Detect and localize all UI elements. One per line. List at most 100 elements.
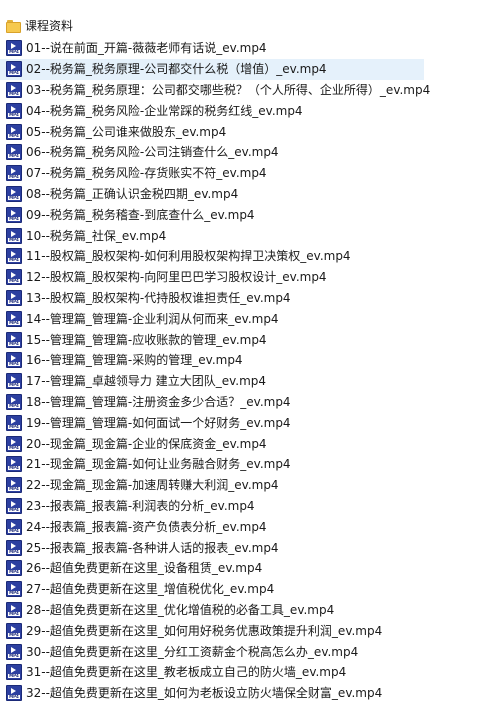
file-row[interactable]: MP4 05--税务篇_公司谁来做股东_ev.mp4 [0, 121, 503, 142]
file-name: 15--管理篇_管理篇-应收账款的管理_ev.mp4 [26, 332, 267, 347]
mp4-file-icon: MP4 [6, 206, 22, 223]
mp4-file-icon: MP4 [6, 373, 22, 390]
file-name: 27--超值免费更新在这里_增值税优化_ev.mp4 [26, 582, 275, 597]
mp4-file-icon: MP4 [6, 685, 22, 702]
mp4-file-icon: MP4 [6, 622, 22, 639]
file-name: 12--股权篇_股权架构-向阿里巴巴学习股权设计_ev.mp4 [26, 270, 327, 285]
file-name: 05--税务篇_公司谁来做股东_ev.mp4 [26, 124, 227, 139]
mp4-file-icon: MP4 [6, 165, 22, 182]
file-tree: 课程资料 MP4 01--说在前面_开篇-薇薇老师有话说_ev.mp4 MP4 02-… [0, 0, 503, 716]
file-name: 22--现金篇_现金篇-加速周转赚大利润_ev.mp4 [26, 478, 279, 493]
file-name: 08--税务篇_正确认识金税四期_ev.mp4 [26, 186, 239, 201]
file-name: 06--税务篇_税务风险-公司注销查什么_ev.mp4 [26, 145, 279, 160]
mp4-file-icon: MP4 [6, 539, 22, 556]
file-row[interactable]: MP4 22--现金篇_现金篇-加速周转赚大利润_ev.mp4 [0, 475, 503, 496]
mp4-file-icon: MP4 [6, 269, 22, 286]
mp4-file-icon: MP4 [6, 289, 22, 306]
file-name: 07--税务篇_税务风险-存货账实不符_ev.mp4 [26, 166, 267, 181]
file-row[interactable]: MP4 12--股权篇_股权架构-向阿里巴巴学习股权设计_ev.mp4 [0, 267, 503, 288]
mp4-file-icon: MP4 [6, 40, 22, 57]
mp4-file-icon: MP4 [6, 497, 22, 514]
file-name: 18--管理篇_管理篇-注册资金多少合适？_ev.mp4 [26, 394, 291, 409]
file-name: 25--报表篇_报表篇-各种讲人话的报表_ev.mp4 [26, 540, 279, 555]
mp4-file-icon: MP4 [6, 560, 22, 577]
mp4-file-icon: MP4 [6, 331, 22, 348]
file-name: 04--税务篇_税务风险-企业常踩的税务红线_ev.mp4 [26, 103, 303, 118]
file-name: 13--股权篇_股权架构-代持股权谁担责任_ev.mp4 [26, 290, 291, 305]
file-name: 24--报表篇_报表篇-资产负债表分析_ev.mp4 [26, 519, 267, 534]
file-row[interactable]: MP4 25--报表篇_报表篇-各种讲人话的报表_ev.mp4 [0, 537, 503, 558]
folder-row[interactable]: 课程资料 [0, 15, 503, 37]
mp4-file-icon: MP4 [6, 456, 22, 473]
file-row[interactable]: MP4 07--税务篇_税务风险-存货账实不符_ev.mp4 [0, 163, 503, 184]
file-row[interactable]: MP4 08--税务篇_正确认识金税四期_ev.mp4 [0, 184, 503, 205]
file-row[interactable]: MP4 15--管理篇_管理篇-应收账款的管理_ev.mp4 [0, 329, 503, 350]
mp4-file-icon: MP4 [6, 102, 22, 119]
file-name: 11--股权篇_股权架构-如何利用股权架构捍卫决策权_ev.mp4 [26, 249, 351, 264]
file-name: 16--管理篇_管理篇-采购的管理_ev.mp4 [26, 353, 243, 368]
mp4-file-icon: MP4 [6, 601, 22, 618]
file-list: MP4 01--说在前面_开篇-薇薇老师有话说_ev.mp4 MP4 02--税务篇_… [0, 38, 503, 704]
file-name: 26--超值免费更新在这里_设备租赁_ev.mp4 [26, 561, 263, 576]
file-row[interactable]: MP4 09--税务篇_税务稽查-到底查什么_ev.mp4 [0, 204, 503, 225]
mp4-file-icon: MP4 [6, 664, 22, 681]
file-row[interactable]: MP4 13--股权篇_股权架构-代持股权谁担责任_ev.mp4 [0, 288, 503, 309]
file-name: 32--超值免费更新在这里_如何为老板设立防火墙保全财富_ev.mp4 [26, 686, 383, 701]
mp4-file-icon: MP4 [6, 352, 22, 369]
file-row[interactable]: MP4 28--超值免费更新在这里_优化增值税的必备工具_ev.mp4 [0, 600, 503, 621]
file-name: 28--超值免费更新在这里_优化增值税的必备工具_ev.mp4 [26, 602, 335, 617]
file-name: 02--税务篇_税务原理-公司都交什么税（增值）_ev.mp4 [26, 62, 327, 77]
file-row[interactable]: MP4 01--说在前面_开篇-薇薇老师有话说_ev.mp4 [0, 38, 503, 59]
file-row[interactable]: MP4 30--超值免费更新在这里_分红工资薪金个税高怎么办_ev.mp4 [0, 641, 503, 662]
file-row[interactable]: MP4 03--税务篇_税务原理：公司都交哪些税？（个人所得、企业所得）_ev.m… [0, 80, 503, 101]
file-row[interactable]: MP4 17--管理篇_卓越领导力 建立大团队_ev.mp4 [0, 371, 503, 392]
file-row[interactable]: MP4 32--超值免费更新在这里_如何为老板设立防火墙保全财富_ev.mp4 [0, 683, 503, 704]
mp4-file-icon: MP4 [6, 581, 22, 598]
file-name: 10--税务篇_社保_ev.mp4 [26, 228, 167, 243]
mp4-file-icon: MP4 [6, 518, 22, 535]
file-name: 30--超值免费更新在这里_分红工资薪金个税高怎么办_ev.mp4 [26, 644, 359, 659]
mp4-file-icon: MP4 [6, 477, 22, 494]
file-row[interactable]: MP4 04--税务篇_税务风险-企业常踩的税务红线_ev.mp4 [0, 100, 503, 121]
file-row[interactable]: MP4 14--管理篇_管理篇-企业利润从何而来_ev.mp4 [0, 308, 503, 329]
file-name: 17--管理篇_卓越领导力 建立大团队_ev.mp4 [26, 374, 267, 389]
folder-name: 课程资料 [25, 19, 74, 33]
mp4-file-icon: MP4 [6, 393, 22, 410]
mp4-file-icon: MP4 [6, 81, 22, 98]
file-row[interactable]: MP4 16--管理篇_管理篇-采购的管理_ev.mp4 [0, 350, 503, 371]
mp4-file-icon: MP4 [6, 310, 22, 327]
mp4-file-icon: MP4 [6, 144, 22, 161]
file-row[interactable]: MP4 10--税务篇_社保_ev.mp4 [0, 225, 503, 246]
file-name: 14--管理篇_管理篇-企业利润从何而来_ev.mp4 [26, 311, 279, 326]
file-row[interactable]: MP4 29--超值免费更新在这里_如何用好税务优惠政策提升利润_ev.mp4 [0, 620, 503, 641]
file-name: 09--税务篇_税务稽查-到底查什么_ev.mp4 [26, 207, 255, 222]
file-row[interactable]: MP4 21--现金篇_现金篇-如何让业务融合财务_ev.mp4 [0, 454, 503, 475]
mp4-file-icon: MP4 [6, 643, 22, 660]
mp4-file-icon: MP4 [6, 185, 22, 202]
file-name: 03--税务篇_税务原理：公司都交哪些税？（个人所得、企业所得）_ev.mp4 [26, 82, 431, 97]
mp4-file-icon: MP4 [6, 414, 22, 431]
file-row[interactable]: MP4 11--股权篇_股权架构-如何利用股权架构捍卫决策权_ev.mp4 [0, 246, 503, 267]
file-row[interactable]: MP4 02--税务篇_税务原理-公司都交什么税（增值）_ev.mp4 [0, 58, 424, 80]
mp4-file-icon: MP4 [6, 123, 22, 140]
file-name: 19--管理篇_管理篇-如何面试一个好财务_ev.mp4 [26, 415, 291, 430]
mp4-file-icon: MP4 [6, 227, 22, 244]
file-row[interactable]: MP4 06--税务篇_税务风险-公司注销查什么_ev.mp4 [0, 142, 503, 163]
folder-icon [6, 19, 22, 33]
file-name: 01--说在前面_开篇-薇薇老师有话说_ev.mp4 [26, 41, 267, 56]
file-row[interactable]: MP4 27--超值免费更新在这里_增值税优化_ev.mp4 [0, 579, 503, 600]
file-row[interactable]: MP4 19--管理篇_管理篇-如何面试一个好财务_ev.mp4 [0, 412, 503, 433]
file-name: 20--现金篇_现金篇-企业的保底资金_ev.mp4 [26, 436, 267, 451]
mp4-file-icon: MP4 [6, 248, 22, 265]
file-row[interactable]: MP4 24--报表篇_报表篇-资产负债表分析_ev.mp4 [0, 516, 503, 537]
mp4-file-icon: MP4 [6, 435, 22, 452]
mp4-file-icon: MP4 [6, 61, 22, 78]
file-row[interactable]: MP4 26--超值免费更新在这里_设备租赁_ev.mp4 [0, 558, 503, 579]
file-row[interactable]: MP4 18--管理篇_管理篇-注册资金多少合适？_ev.mp4 [0, 392, 503, 413]
file-row[interactable]: MP4 23--报表篇_报表篇-利润表的分析_ev.mp4 [0, 496, 503, 517]
file-name: 31--超值免费更新在这里_教老板成立自己的防火墙_ev.mp4 [26, 665, 347, 680]
file-row[interactable]: MP4 20--现金篇_现金篇-企业的保底资金_ev.mp4 [0, 433, 503, 454]
file-row[interactable]: MP4 31--超值免费更新在这里_教老板成立自己的防火墙_ev.mp4 [0, 662, 503, 683]
file-name: 21--现金篇_现金篇-如何让业务融合财务_ev.mp4 [26, 457, 291, 472]
file-name: 23--报表篇_报表篇-利润表的分析_ev.mp4 [26, 498, 255, 513]
